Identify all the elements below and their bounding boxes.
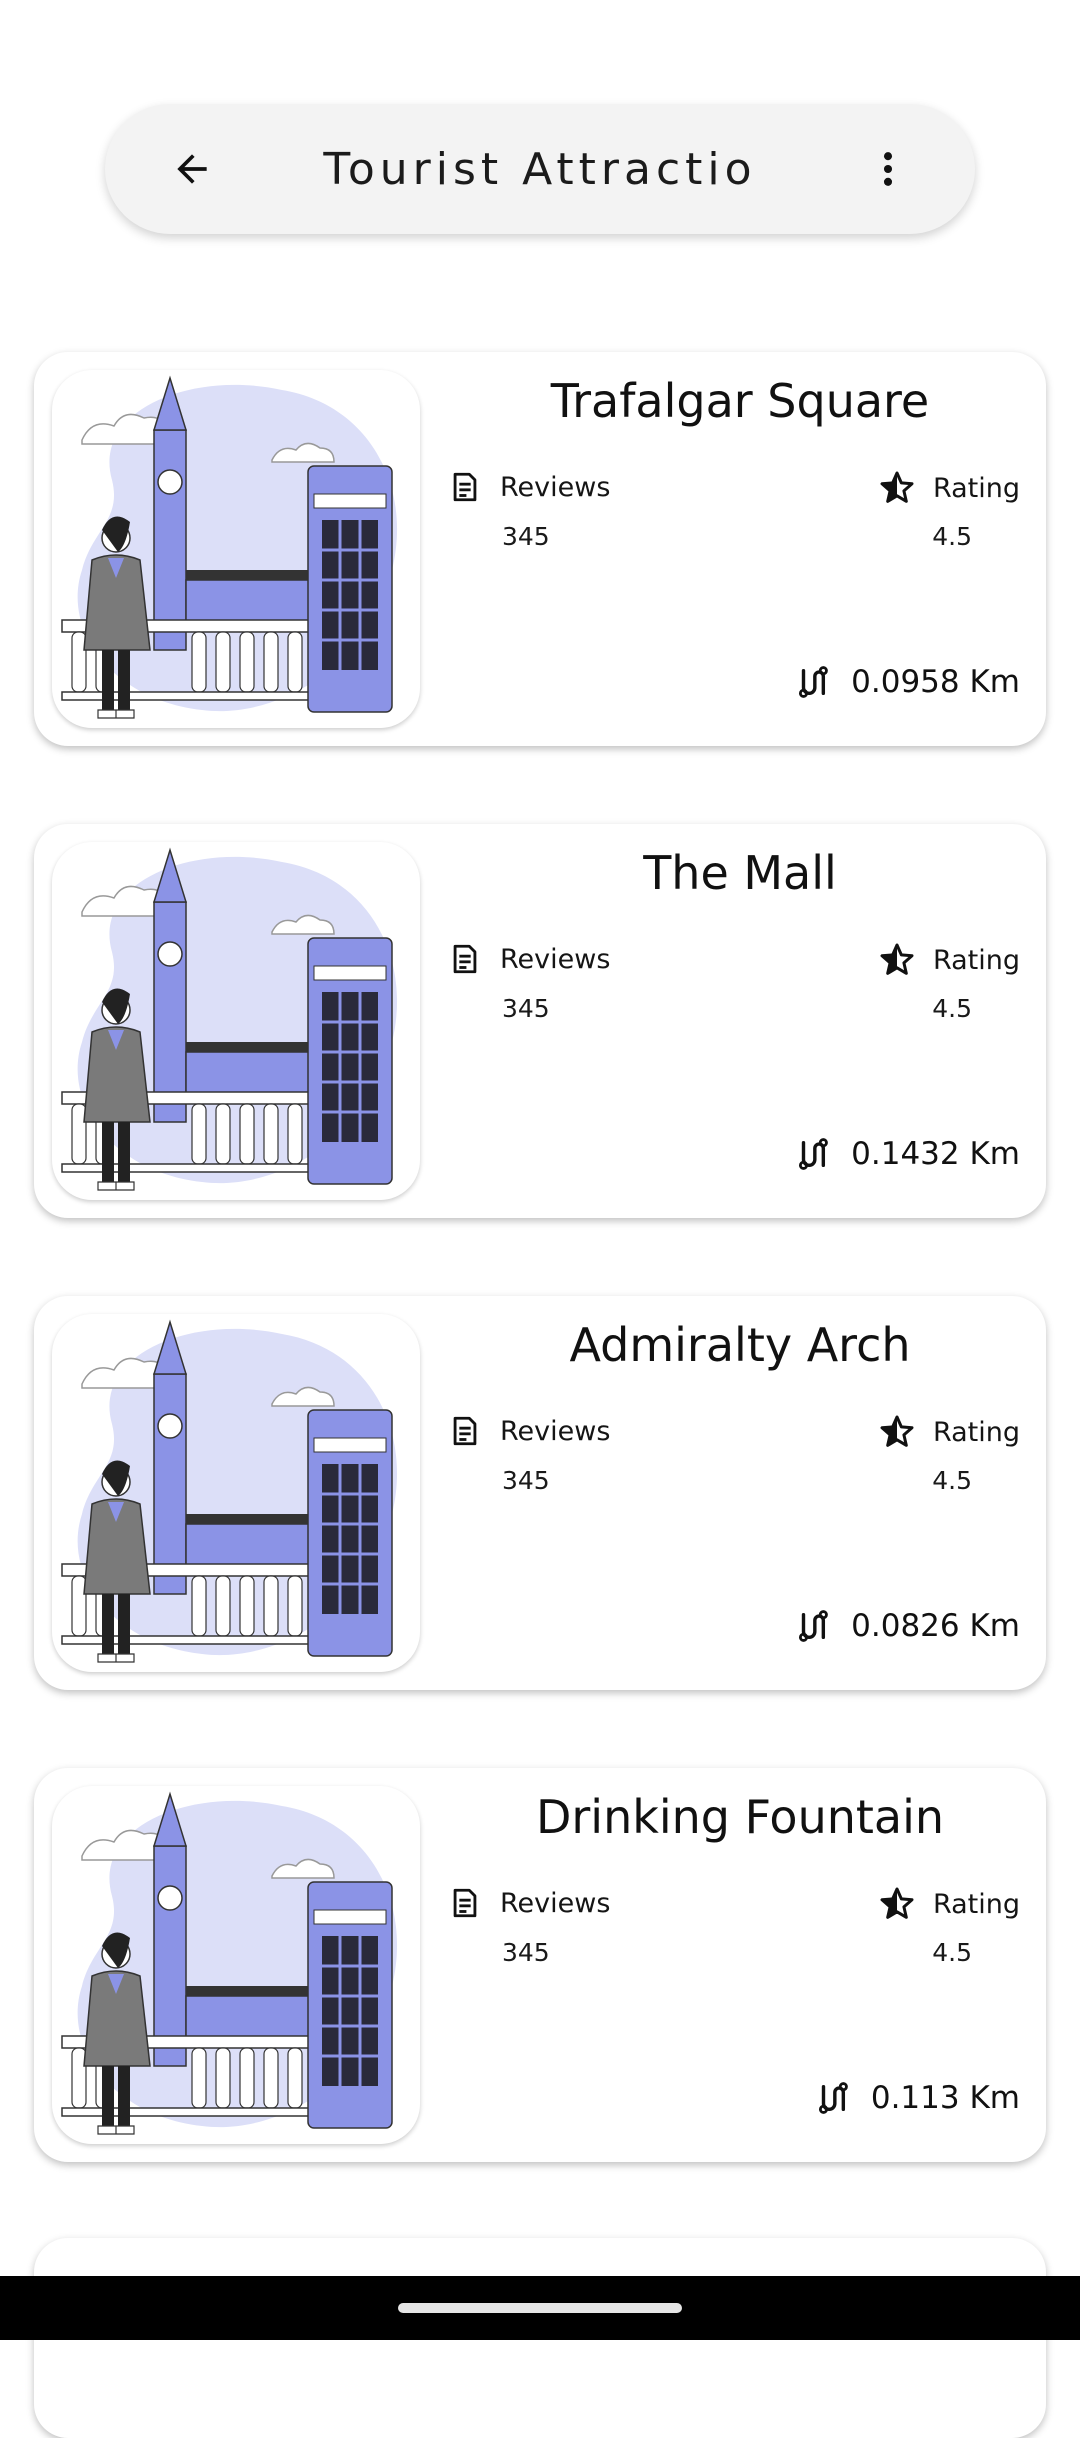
- reviews-count: 345: [502, 1938, 550, 1967]
- attraction-card-4[interactable]: Drinking Fountain Reviews 345 Rating 4.5: [34, 1768, 1046, 2162]
- reviews-count: 345: [502, 522, 550, 551]
- back-button[interactable]: [160, 137, 224, 201]
- distance-value: 0.1432 Km: [851, 1136, 1020, 1172]
- attraction-name: Drinking Fountain: [535, 1790, 945, 1844]
- attraction-name: Trafalgar Square: [550, 374, 930, 428]
- top-app-bar: Tourist Attractio: [105, 104, 975, 234]
- rating-value: 4.5: [932, 1938, 972, 1967]
- home-gesture-handle[interactable]: [398, 2303, 682, 2313]
- route-icon: [799, 666, 829, 698]
- reviews-label: Reviews: [500, 943, 611, 975]
- reviews-label-group: Reviews: [448, 1886, 610, 1920]
- document-icon: [453, 1416, 477, 1446]
- document-icon: [453, 944, 477, 974]
- reviews-label: Reviews: [500, 1887, 611, 1919]
- attraction-illustration: [52, 370, 420, 728]
- reviews-label: Reviews: [500, 471, 611, 503]
- attraction-illustration: [52, 842, 420, 1200]
- reviews-count: 345: [502, 1466, 550, 1495]
- distance-value: 0.113 Km: [870, 2080, 1020, 2116]
- more-vertical-icon: [883, 152, 893, 186]
- route-icon: [799, 1610, 829, 1642]
- reviews-label: Reviews: [500, 1415, 611, 1447]
- reviews-label-group: Reviews: [448, 470, 610, 504]
- attraction-illustration: [52, 1314, 420, 1672]
- route-icon: [818, 2082, 848, 2114]
- attraction-card-2[interactable]: The Mall Reviews 345 Rating 4.5 0.1432 K…: [34, 824, 1046, 1218]
- reviews-label-group: Reviews: [448, 1414, 610, 1448]
- document-icon: [453, 1888, 477, 1918]
- route-icon: [799, 1138, 829, 1170]
- star-half-icon: [880, 943, 914, 975]
- rating-value: 4.5: [932, 522, 972, 551]
- document-icon: [453, 472, 477, 502]
- reviews-label-group: Reviews: [448, 942, 610, 976]
- rating-label-group: Rating: [879, 1886, 1020, 1922]
- distance-value: 0.0826 Km: [851, 1608, 1020, 1644]
- distance-group: 0.113 Km: [815, 2080, 1020, 2116]
- rating-label-group: Rating: [879, 942, 1020, 978]
- distance-group: 0.0958 Km: [795, 664, 1020, 700]
- star-half-icon: [880, 1415, 914, 1447]
- distance-group: 0.0826 Km: [795, 1608, 1020, 1644]
- attraction-illustration: [52, 1786, 420, 2144]
- attraction-name: The Mall: [643, 846, 837, 900]
- arrow-left-icon: [177, 154, 207, 184]
- rating-value: 4.5: [932, 1466, 972, 1495]
- distance-group: 0.1432 Km: [795, 1136, 1020, 1172]
- attraction-name: Admiralty Arch: [569, 1318, 911, 1372]
- rating-label: Rating: [932, 472, 1020, 504]
- rating-label: Rating: [932, 1888, 1020, 1920]
- rating-label: Rating: [932, 944, 1020, 976]
- page-title: Tourist Attractio: [323, 143, 757, 195]
- distance-value: 0.0958 Km: [851, 664, 1020, 700]
- rating-label-group: Rating: [879, 470, 1020, 506]
- star-half-icon: [880, 471, 914, 503]
- rating-label-group: Rating: [879, 1414, 1020, 1450]
- star-half-icon: [880, 1887, 914, 1919]
- rating-label: Rating: [932, 1416, 1020, 1448]
- rating-value: 4.5: [932, 994, 972, 1023]
- more-options-button[interactable]: [856, 137, 920, 201]
- attraction-card-3[interactable]: Admiralty Arch Reviews 345 Rating 4.5 0.…: [34, 1296, 1046, 1690]
- system-navigation-bar: [0, 2276, 1080, 2340]
- reviews-count: 345: [502, 994, 550, 1023]
- attraction-card-1[interactable]: Trafalgar Square Reviews 345 Rating 4.5: [34, 352, 1046, 746]
